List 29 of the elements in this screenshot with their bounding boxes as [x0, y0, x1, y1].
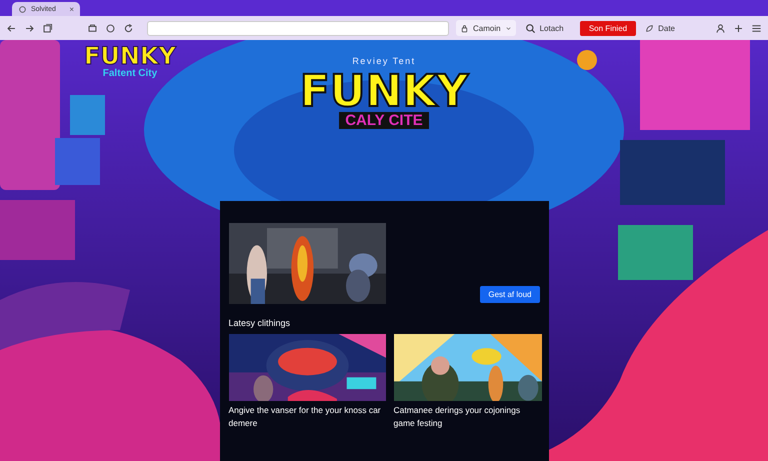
- search-icon: [524, 22, 536, 34]
- section-title: Latesy clithings: [228, 318, 292, 328]
- action-button[interactable]: Gest af loud: [480, 286, 540, 303]
- reload-icon[interactable]: [123, 22, 134, 34]
- plus-icon[interactable]: [733, 22, 744, 34]
- leaf-icon: [645, 24, 654, 32]
- person-icon[interactable]: [715, 22, 726, 34]
- menu-icon[interactable]: [751, 22, 762, 34]
- address-field[interactable]: [147, 20, 449, 36]
- hero-title: FUNKY: [300, 70, 468, 114]
- card-caption: Catmanee derings your cojonings game festing: [394, 404, 522, 430]
- close-button[interactable]: ×: [69, 4, 74, 14]
- tabs-icon[interactable]: [42, 22, 53, 34]
- window-icon[interactable]: [87, 22, 98, 34]
- account-dropdown[interactable]: Camoin: [456, 20, 516, 36]
- forward-icon[interactable]: [24, 22, 35, 34]
- logo-subtitle: Faltent City: [102, 68, 158, 79]
- back-icon[interactable]: [6, 22, 17, 34]
- hero-subtitle: CALY CITE: [339, 112, 429, 129]
- sign-in-button[interactable]: Son Finied: [580, 20, 636, 36]
- ball-icon: [577, 50, 597, 70]
- lock-icon: [460, 24, 469, 32]
- page-icon: [18, 4, 27, 14]
- caret-icon: [504, 24, 512, 32]
- logo-title: FUNKY: [84, 44, 176, 68]
- card-caption: Angive the vanser for the your knoss car demere: [228, 404, 382, 430]
- date-button[interactable]: Date: [643, 24, 677, 32]
- hero-kicker: Reviey Tent: [352, 56, 416, 66]
- search-button[interactable]: Lotach: [522, 22, 566, 34]
